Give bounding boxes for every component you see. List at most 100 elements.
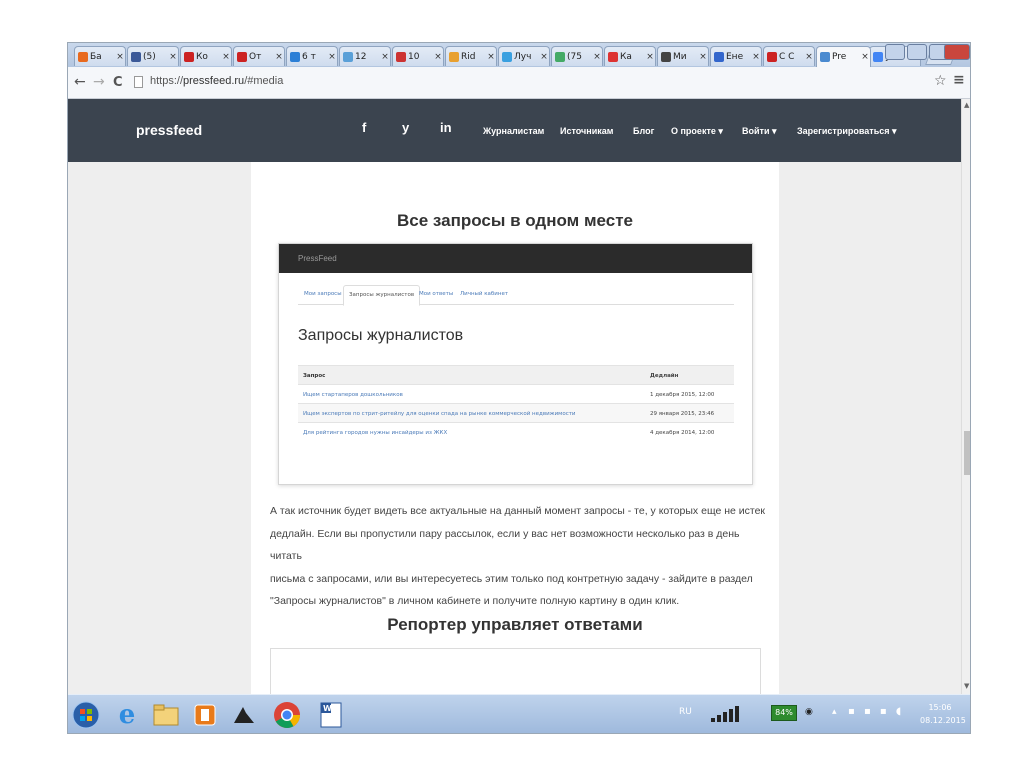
section-heading-all-requests: Все запросы в одном месте bbox=[397, 211, 633, 230]
tab-favicon-icon bbox=[661, 51, 671, 62]
browser-tab[interactable]: (75 × bbox=[551, 46, 603, 66]
site-logo[interactable]: pressfeed bbox=[136, 122, 202, 138]
embedded-tab-my-answers: Мои ответы bbox=[419, 291, 454, 297]
tab-close-icon[interactable]: × bbox=[592, 52, 602, 62]
minimize-button[interactable] bbox=[907, 44, 927, 60]
menu-icon[interactable]: ≡ bbox=[953, 72, 965, 88]
tab-close-icon[interactable]: × bbox=[645, 52, 655, 62]
browser-tab[interactable]: Ба × bbox=[74, 46, 126, 66]
linkedin-icon[interactable]: in bbox=[440, 120, 452, 135]
nav-login-dropdown[interactable]: Войти ▾ bbox=[742, 126, 777, 137]
browser-tab[interactable]: Ми × bbox=[657, 46, 709, 66]
tab-close-icon[interactable]: × bbox=[751, 52, 761, 62]
table-header-row: Запрос Дедлайн bbox=[298, 365, 734, 384]
tab-favicon-icon bbox=[820, 52, 830, 62]
nav-about-dropdown[interactable]: О проекте ▾ bbox=[671, 126, 723, 137]
description-paragraph: А так источник будет видеть все актуальн… bbox=[270, 500, 765, 613]
start-button[interactable] bbox=[70, 699, 102, 731]
clock-time: 15:06 bbox=[928, 703, 952, 712]
svg-text:W: W bbox=[323, 704, 332, 713]
request-deadline: 1 декабря 2015, 12:00 bbox=[650, 392, 715, 398]
browser-tab[interactable]: Ко × bbox=[180, 46, 232, 66]
back-button[interactable]: ← bbox=[74, 74, 86, 90]
reload-button[interactable]: C bbox=[113, 75, 123, 90]
language-indicator[interactable]: RU bbox=[679, 707, 692, 717]
nav-register-dropdown[interactable]: Зарегистрироваться ▾ bbox=[797, 126, 897, 137]
nav-journalists[interactable]: Журналистам bbox=[483, 126, 544, 136]
request-link: Для рейтинга городов нужны инсайдеры из … bbox=[303, 430, 448, 436]
file-explorer-icon[interactable] bbox=[150, 699, 182, 731]
show-hidden-icons-icon[interactable]: ▴ bbox=[832, 707, 837, 717]
browser-tab[interactable]: Rid × bbox=[445, 46, 497, 66]
scroll-up-icon[interactable]: ▲ bbox=[964, 101, 969, 109]
browser-tab[interactable]: Ене × bbox=[710, 46, 762, 66]
user-icon[interactable] bbox=[885, 44, 905, 60]
url-scheme: https:// bbox=[150, 75, 184, 87]
word-icon[interactable]: W bbox=[315, 699, 347, 731]
browser-tab[interactable]: 10 × bbox=[392, 46, 444, 66]
facebook-icon[interactable]: f bbox=[362, 120, 366, 135]
browser-tab[interactable]: Ка × bbox=[604, 46, 656, 66]
embedded-tabs: Мои запросы Запросы журналистов Мои отве… bbox=[298, 285, 734, 306]
next-screenshot-card bbox=[270, 648, 761, 694]
forward-button[interactable]: → bbox=[93, 74, 105, 90]
signal-icon[interactable] bbox=[710, 705, 744, 727]
tab-favicon-icon bbox=[78, 51, 88, 62]
browser-tab[interactable]: Луч × bbox=[498, 46, 550, 66]
tab-close-icon[interactable]: × bbox=[804, 52, 814, 62]
tray-icon[interactable]: ◉ bbox=[805, 707, 813, 717]
table-row: Для рейтинга городов нужны инсайдеры из … bbox=[298, 422, 734, 441]
scroll-down-icon[interactable]: ▼ bbox=[964, 682, 969, 690]
nav-sources[interactable]: Источникам bbox=[560, 126, 613, 136]
close-window-button[interactable] bbox=[944, 44, 970, 60]
tab-favicon-icon bbox=[131, 51, 141, 62]
bookmark-star-icon[interactable]: ☆ bbox=[934, 73, 947, 89]
browser-tab[interactable]: 6 т × bbox=[286, 46, 338, 66]
tab-close-icon[interactable]: × bbox=[274, 52, 284, 62]
tab-close-icon[interactable]: × bbox=[380, 52, 390, 62]
browser-tab[interactable]: От × bbox=[233, 46, 285, 66]
tab-favicon-icon bbox=[608, 51, 618, 62]
request-link: Ищем стартаперов дошкольников bbox=[303, 392, 403, 398]
request-deadline: 29 января 2015, 23:46 bbox=[650, 411, 715, 417]
internet-explorer-icon[interactable]: e bbox=[111, 699, 143, 731]
page-icon bbox=[134, 76, 143, 88]
chrome-icon[interactable] bbox=[271, 699, 303, 731]
app-icon[interactable] bbox=[228, 699, 260, 731]
request-link: Ищем экспертов по стрит-ритейлу для оцен… bbox=[303, 411, 576, 417]
url-host: pressfeed.ru bbox=[183, 75, 245, 87]
tab-favicon-icon bbox=[873, 51, 883, 62]
tab-favicon-icon bbox=[396, 51, 406, 62]
browser-tab[interactable]: С С × bbox=[763, 46, 815, 66]
page-scrollbar[interactable]: ▲ ▼ bbox=[961, 99, 970, 694]
browser-tab[interactable]: 12 × bbox=[339, 46, 391, 66]
media-player-icon[interactable] bbox=[189, 699, 221, 731]
scroll-thumb[interactable] bbox=[964, 431, 970, 475]
address-bar[interactable]: https://pressfeed.ru/#media bbox=[150, 75, 283, 87]
page-content: Все запросы в одном месте PressFeed Мои … bbox=[68, 162, 961, 694]
tab-favicon-icon bbox=[449, 51, 459, 62]
tab-close-icon[interactable]: × bbox=[221, 52, 231, 62]
tab-title: Pre bbox=[832, 52, 847, 62]
browser-tab[interactable]: Pre × bbox=[816, 46, 871, 67]
tab-close-icon[interactable]: × bbox=[539, 52, 549, 62]
table-row: Ищем стартаперов дошкольников 1 декабря … bbox=[298, 384, 734, 403]
tab-close-icon[interactable]: × bbox=[168, 52, 178, 62]
tab-close-icon[interactable]: × bbox=[327, 52, 337, 62]
tab-title: Ко bbox=[196, 51, 208, 62]
twitter-icon[interactable]: y bbox=[402, 120, 409, 135]
battery-indicator[interactable]: 84% bbox=[771, 705, 797, 721]
tab-close-icon[interactable]: × bbox=[115, 52, 125, 62]
clock[interactable]: 15:06 08.12.2015 bbox=[920, 701, 966, 727]
tray-icons[interactable]: ▪ ▪ ▪ ◖ bbox=[848, 706, 904, 717]
tab-close-icon[interactable]: × bbox=[860, 52, 870, 62]
tab-title: С С bbox=[779, 51, 795, 62]
tab-close-icon[interactable]: × bbox=[698, 52, 708, 62]
tab-close-icon[interactable]: × bbox=[486, 52, 496, 62]
browser-tab[interactable]: (5) × bbox=[127, 46, 179, 66]
nav-blog[interactable]: Блог bbox=[633, 126, 654, 136]
browser-window: Ба × (5) × Ко × От × 6 т × 12 × 10 × Rid × Луч × (75 × Ка × Ми… bbox=[67, 42, 971, 734]
tab-favicon-icon bbox=[502, 51, 512, 62]
request-deadline: 4 декабря 2014, 12:00 bbox=[650, 430, 715, 436]
tab-close-icon[interactable]: × bbox=[433, 52, 443, 62]
